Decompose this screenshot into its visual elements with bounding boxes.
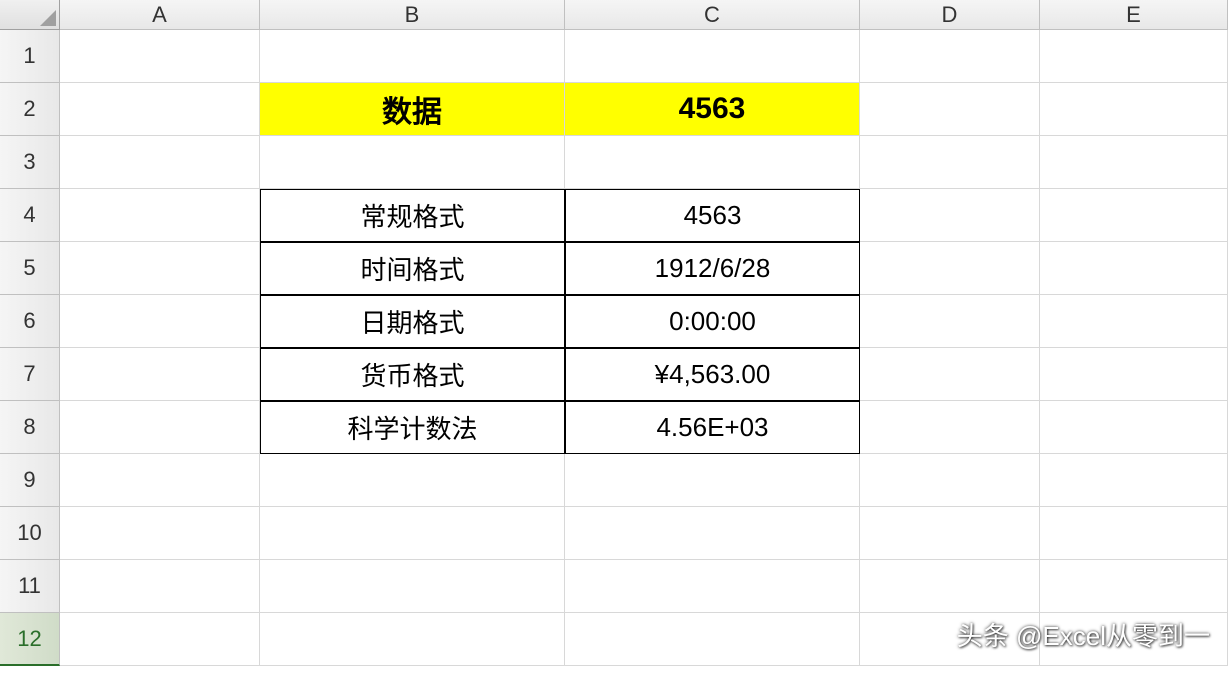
cell-d12[interactable]: [860, 613, 1040, 666]
cell-a5[interactable]: [60, 242, 260, 295]
cell-e1[interactable]: [1040, 30, 1228, 83]
cell-d10[interactable]: [860, 507, 1040, 560]
cell-e6[interactable]: [1040, 295, 1228, 348]
cell-a3[interactable]: [60, 136, 260, 189]
row-header-9[interactable]: 9: [0, 454, 60, 507]
cell-e12[interactable]: [1040, 613, 1228, 666]
cell-a7[interactable]: [60, 348, 260, 401]
cell-a11[interactable]: [60, 560, 260, 613]
row-header-6[interactable]: 6: [0, 295, 60, 348]
cell-e2[interactable]: [1040, 83, 1228, 136]
row-header-5[interactable]: 5: [0, 242, 60, 295]
select-all-corner[interactable]: [0, 0, 60, 30]
cell-c10[interactable]: [565, 507, 860, 560]
cell-e5[interactable]: [1040, 242, 1228, 295]
cell-b3[interactable]: [260, 136, 565, 189]
cell-b2[interactable]: 数据: [260, 83, 565, 136]
cell-c12[interactable]: [565, 613, 860, 666]
column-header-c[interactable]: C: [565, 0, 860, 30]
row-header-11[interactable]: 11: [0, 560, 60, 613]
cell-c2[interactable]: 4563: [565, 83, 860, 136]
row-header-2[interactable]: 2: [0, 83, 60, 136]
cell-d11[interactable]: [860, 560, 1040, 613]
spreadsheet-grid: A B C D E 1 2 数据 4563 3 4 常规格式 4563 5 时间…: [0, 0, 1228, 666]
cell-c9[interactable]: [565, 454, 860, 507]
cell-e11[interactable]: [1040, 560, 1228, 613]
cell-a4[interactable]: [60, 189, 260, 242]
cell-b11[interactable]: [260, 560, 565, 613]
column-header-e[interactable]: E: [1040, 0, 1228, 30]
column-header-d[interactable]: D: [860, 0, 1040, 30]
cell-e7[interactable]: [1040, 348, 1228, 401]
row-header-8[interactable]: 8: [0, 401, 60, 454]
cell-b7[interactable]: 货币格式: [260, 348, 565, 401]
row-header-12[interactable]: 12: [0, 613, 60, 666]
cell-d5[interactable]: [860, 242, 1040, 295]
row-header-3[interactable]: 3: [0, 136, 60, 189]
cell-d9[interactable]: [860, 454, 1040, 507]
cell-a10[interactable]: [60, 507, 260, 560]
cell-c5[interactable]: 1912/6/28: [565, 242, 860, 295]
row-header-7[interactable]: 7: [0, 348, 60, 401]
cell-c4[interactable]: 4563: [565, 189, 860, 242]
cell-b1[interactable]: [260, 30, 565, 83]
cell-a9[interactable]: [60, 454, 260, 507]
row-header-4[interactable]: 4: [0, 189, 60, 242]
cell-b6[interactable]: 日期格式: [260, 295, 565, 348]
cell-c6[interactable]: 0:00:00: [565, 295, 860, 348]
cell-c1[interactable]: [565, 30, 860, 83]
cell-c11[interactable]: [565, 560, 860, 613]
cell-e4[interactable]: [1040, 189, 1228, 242]
cell-e10[interactable]: [1040, 507, 1228, 560]
cell-b5[interactable]: 时间格式: [260, 242, 565, 295]
cell-d2[interactable]: [860, 83, 1040, 136]
cell-d3[interactable]: [860, 136, 1040, 189]
cell-b9[interactable]: [260, 454, 565, 507]
cell-d1[interactable]: [860, 30, 1040, 83]
row-header-1[interactable]: 1: [0, 30, 60, 83]
row-header-10[interactable]: 10: [0, 507, 60, 560]
cell-c8[interactable]: 4.56E+03: [565, 401, 860, 454]
cell-d6[interactable]: [860, 295, 1040, 348]
cell-a6[interactable]: [60, 295, 260, 348]
cell-b8[interactable]: 科学计数法: [260, 401, 565, 454]
cell-b4[interactable]: 常规格式: [260, 189, 565, 242]
cell-e9[interactable]: [1040, 454, 1228, 507]
cell-c3[interactable]: [565, 136, 860, 189]
column-header-a[interactable]: A: [60, 0, 260, 30]
cell-d4[interactable]: [860, 189, 1040, 242]
cell-b12[interactable]: [260, 613, 565, 666]
column-header-b[interactable]: B: [260, 0, 565, 30]
cell-c7[interactable]: ¥4,563.00: [565, 348, 860, 401]
cell-a12[interactable]: [60, 613, 260, 666]
cell-a8[interactable]: [60, 401, 260, 454]
cell-b10[interactable]: [260, 507, 565, 560]
cell-d8[interactable]: [860, 401, 1040, 454]
cell-d7[interactable]: [860, 348, 1040, 401]
cell-a1[interactable]: [60, 30, 260, 83]
cell-e8[interactable]: [1040, 401, 1228, 454]
cell-e3[interactable]: [1040, 136, 1228, 189]
cell-a2[interactable]: [60, 83, 260, 136]
